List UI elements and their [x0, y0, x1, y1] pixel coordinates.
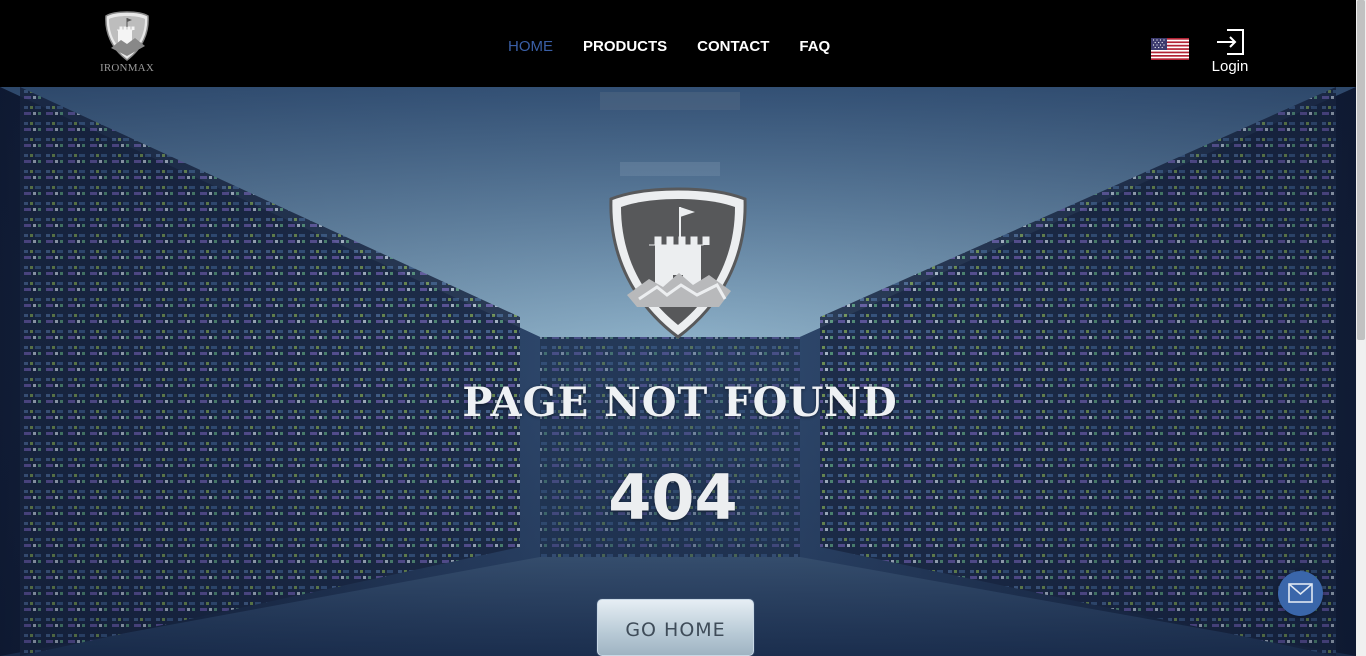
- site-header: IRONMAX HOME PRODUCTS CONTACT FAQ Login: [0, 0, 1356, 87]
- page-title: PAGE NOT FOUND: [462, 379, 898, 426]
- nav-home[interactable]: HOME: [508, 38, 553, 56]
- main-nav: HOME PRODUCTS CONTACT FAQ: [508, 38, 860, 56]
- scrollbar-thumb[interactable]: [1357, 0, 1365, 340]
- login-button[interactable]: Login: [1207, 28, 1253, 76]
- us-flag-icon: [1151, 38, 1189, 60]
- nav-products[interactable]: PRODUCTS: [583, 38, 667, 56]
- mail-icon: [1288, 583, 1313, 603]
- login-arrow-icon: [1217, 29, 1244, 55]
- castle-shield-icon: [609, 187, 747, 339]
- shield-logo-icon: [105, 11, 149, 61]
- brand-logo[interactable]: IRONMAX: [96, 10, 158, 76]
- page-scrollbar[interactable]: [1356, 0, 1366, 656]
- login-label: Login: [1211, 58, 1249, 75]
- contact-chat-button[interactable]: [1278, 571, 1323, 616]
- go-home-button[interactable]: GO HOME: [597, 599, 754, 656]
- error-hero: PAGE NOT FOUND 404 GO HOME: [0, 87, 1356, 656]
- nav-faq[interactable]: FAQ: [799, 38, 830, 56]
- language-selector[interactable]: [1151, 38, 1189, 60]
- background-overlay: [0, 87, 1356, 656]
- error-code: 404: [608, 461, 738, 534]
- nav-contact[interactable]: CONTACT: [697, 38, 769, 56]
- brand-name: IRONMAX: [100, 62, 154, 74]
